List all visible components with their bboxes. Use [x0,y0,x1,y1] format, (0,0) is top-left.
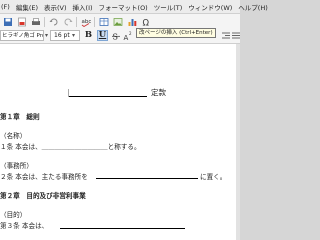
menu-window[interactable]: ウィンドウ(W) [188,2,232,12]
toolbar-separator [76,16,77,27]
superscript-icon[interactable]: A2 [122,30,133,41]
symbol-icon[interactable]: Ω [140,16,151,27]
blank-underline [96,178,198,179]
article-text: １条 本会は、＿＿＿＿＿＿＿＿＿＿と称する。 [0,143,141,151]
article-text: 第３条 本会は、 [0,222,49,230]
chapter-heading: 第１章 総則 [0,113,40,121]
svg-text:Ω: Ω [142,18,149,27]
menu-file[interactable]: (F) [1,3,10,11]
standard-toolbar: abc Ω [0,14,240,29]
align-justify-icon[interactable] [230,30,241,41]
article-text: ２条 本会は、主たる事務所を [0,173,88,181]
svg-text:A: A [123,34,128,41]
title-underline [69,96,147,97]
chevron-down-icon[interactable]: ▾ [72,32,75,39]
strikethrough-icon[interactable]: S [110,30,121,41]
save-icon[interactable] [2,16,13,27]
chapter-heading: 第２章 目的及び非営利事業 [0,192,86,200]
menu-bar: (F) 編集(E) 表示(V) 挿入(I) フォーマット(O) ツール(T) ウ… [0,0,268,14]
print-icon[interactable] [30,16,41,27]
spellcheck-icon[interactable]: abc [80,16,91,27]
font-size-box[interactable]: 16 pt [50,30,80,41]
chart-icon[interactable] [126,16,137,27]
svg-text:S: S [112,32,117,41]
font-name-box[interactable]: ヒラギノ角ゴ ProN W3 [0,30,44,41]
menu-edit[interactable]: 編集(E) [16,2,38,12]
tooltip: 改ページの挿入 (Ctrl+Enter) [136,28,216,38]
redo-icon[interactable] [62,16,73,27]
bold-button[interactable]: B [83,30,94,41]
svg-text:abc: abc [81,19,91,25]
menu-help[interactable]: ヘルプ(H) [238,2,267,12]
chevron-down-icon[interactable]: ▾ [45,32,48,39]
svg-text:2: 2 [129,31,132,36]
article-text-end: に置く。 [200,173,227,181]
table-icon[interactable] [98,16,109,27]
document-title: 定款 [151,88,166,97]
menu-format[interactable]: フォーマット(O) [99,2,148,12]
undo-icon[interactable] [48,16,59,27]
article-heading: （事務所） [0,162,33,170]
article-heading: （目的） [0,211,27,219]
blank-underline [60,228,185,229]
toolbar-separator [94,16,95,27]
menu-view[interactable]: 表示(V) [44,2,67,12]
article-heading: （名称） [0,132,27,140]
vertical-scrollbar[interactable] [236,44,240,240]
toolbar-separator [44,16,45,27]
export-pdf-icon[interactable] [16,16,27,27]
menu-tools[interactable]: ツール(T) [154,2,183,12]
menu-insert[interactable]: 挿入(I) [73,2,93,12]
image-icon[interactable] [112,16,123,27]
underline-button[interactable]: U [97,30,108,41]
